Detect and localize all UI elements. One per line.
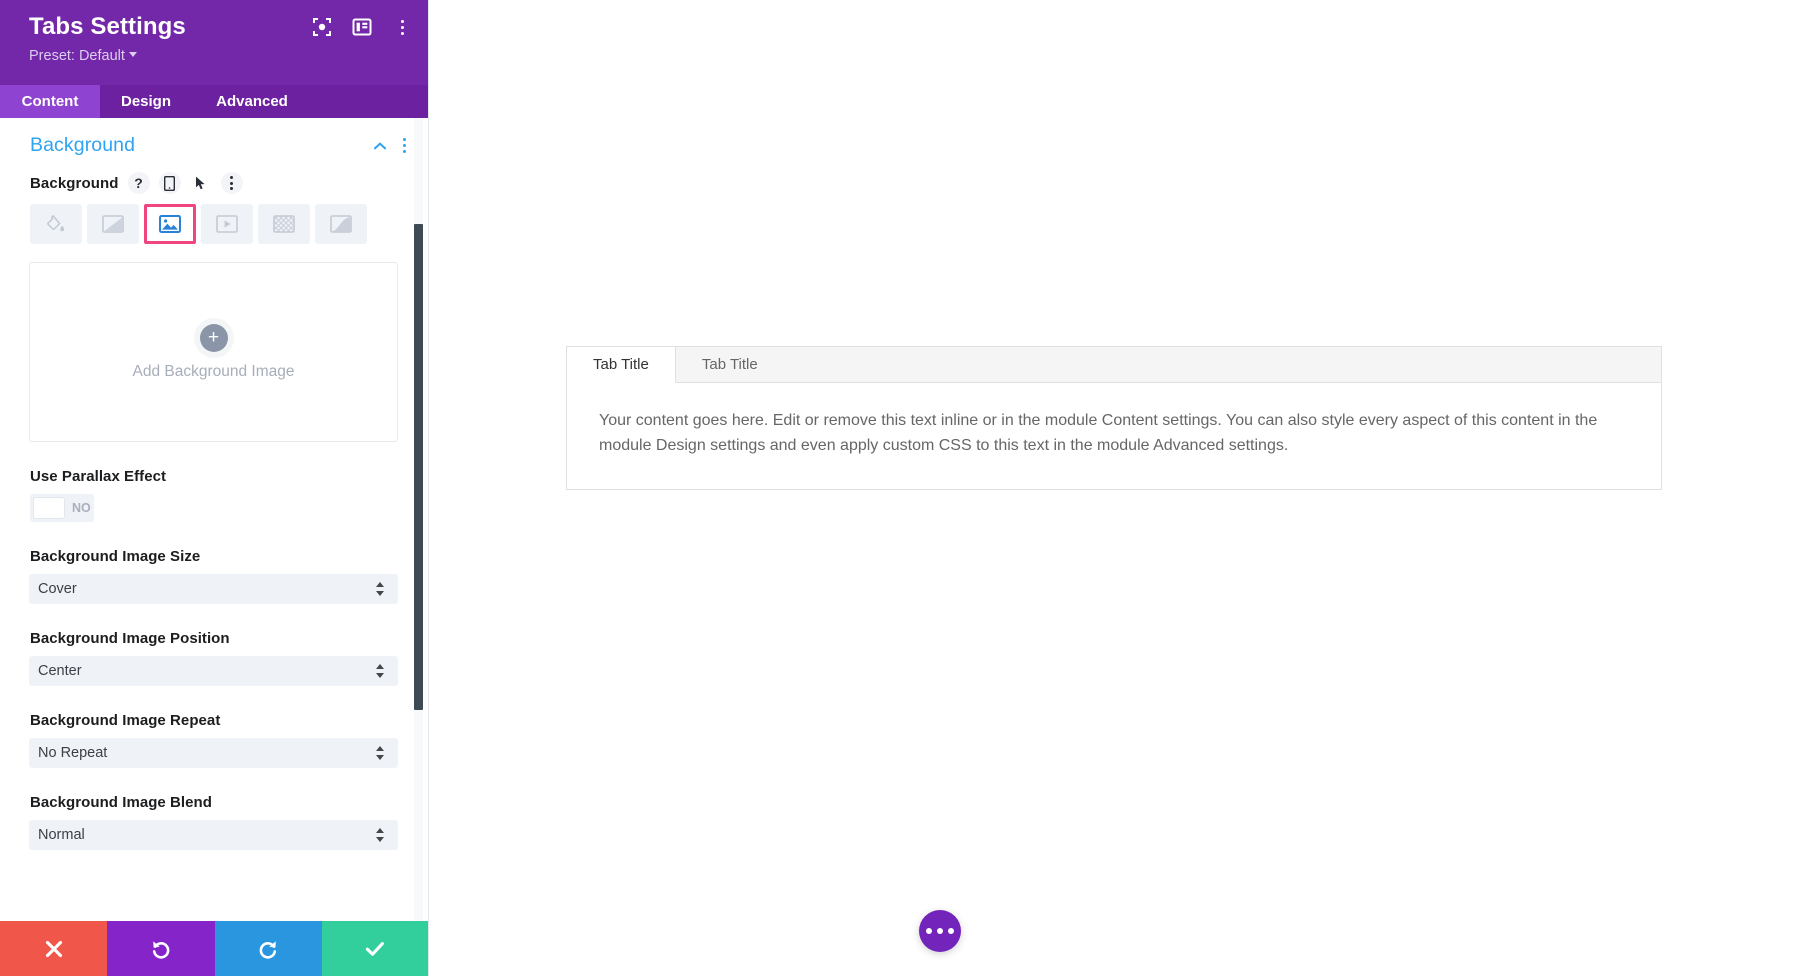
cancel-button[interactable] (0, 921, 108, 976)
tabs-module: Tab Title Tab Title Your content goes he… (566, 346, 1662, 490)
close-x-icon (45, 940, 62, 957)
panel-footer (0, 921, 428, 976)
use-parallax-effect-toggle[interactable]: NO (30, 494, 94, 522)
background-section-header: Background (0, 118, 428, 167)
background-image-position-label: Background Image Position (30, 630, 230, 647)
module-tab-2[interactable]: Tab Title (676, 347, 784, 382)
save-button[interactable] (321, 921, 428, 976)
background-image-size-value: Cover (38, 581, 77, 597)
redo-arrow-icon (259, 940, 277, 959)
background-type-color[interactable] (30, 204, 82, 244)
spinner-arrows-icon (376, 745, 385, 761)
background-field-label-row: Background ? (0, 167, 428, 194)
tab-content[interactable]: Content (0, 85, 100, 118)
module-tab-content: Your content goes here. Edit or remove t… (567, 383, 1661, 489)
more-vertical-icon[interactable] (392, 17, 412, 37)
background-image-position-select[interactable]: Center (29, 656, 398, 686)
background-image-position-value: Center (38, 663, 82, 679)
preset-selector[interactable]: Preset: Default (29, 42, 406, 66)
background-image-repeat-select[interactable]: No Repeat (29, 738, 398, 768)
undo-arrow-icon (152, 940, 170, 959)
background-field-label: Background (30, 174, 119, 192)
upload-caption: Add Background Image (132, 362, 295, 380)
background-type-video[interactable] (201, 204, 253, 244)
background-image-size-label: Background Image Size (30, 548, 201, 565)
tab-advanced[interactable]: Advanced (192, 85, 312, 118)
focus-target-icon[interactable] (312, 17, 332, 37)
toggle-knob (33, 497, 65, 519)
undo-button[interactable] (107, 921, 215, 976)
background-type-image[interactable] (144, 204, 196, 244)
module-content-text[interactable]: Your content goes here. Edit or remove t… (599, 409, 1609, 459)
layout-panel-icon[interactable] (352, 17, 372, 37)
redo-button[interactable] (214, 921, 322, 976)
chevron-down-icon (128, 52, 137, 58)
settings-panel: Tabs Settings Preset: Default Content De… (0, 0, 429, 976)
page-settings-fab[interactable] (919, 910, 961, 952)
module-tab-1[interactable]: Tab Title (567, 347, 676, 383)
ellipsis-dot (937, 928, 943, 934)
panel-tab-strip: Content Design Advanced (0, 85, 428, 118)
chevron-up-icon[interactable] (373, 141, 387, 150)
spinner-arrows-icon (376, 827, 385, 843)
section-title[interactable]: Background (30, 134, 373, 157)
panel-header-actions (312, 17, 412, 37)
background-type-pattern[interactable] (258, 204, 310, 244)
tab-design[interactable]: Design (100, 85, 192, 118)
mobile-device-icon[interactable] (158, 172, 181, 194)
preset-label: Preset: Default (29, 48, 125, 64)
background-type-gradient[interactable] (87, 204, 139, 244)
page-canvas: Tab Title Tab Title Your content goes he… (429, 0, 1800, 976)
spinner-arrows-icon (376, 581, 385, 597)
question-mark-icon[interactable]: ? (127, 172, 150, 194)
section-more-vertical-icon[interactable] (403, 138, 406, 153)
background-more-vertical-icon[interactable] (220, 172, 243, 194)
checkmark-icon (366, 941, 385, 956)
add-background-image-dropzone[interactable]: Add Background Image (29, 262, 398, 442)
plus-circle-icon (199, 323, 228, 352)
background-image-blend-value: Normal (38, 827, 85, 843)
ellipsis-dot (948, 928, 954, 934)
toggle-state-label: NO (72, 501, 91, 515)
app-root: Tabs Settings Preset: Default Content De… (0, 0, 1800, 976)
use-parallax-effect-label: Use Parallax Effect (30, 468, 167, 485)
background-image-repeat-value: No Repeat (38, 745, 108, 761)
spinner-arrows-icon (376, 663, 385, 679)
background-type-mask[interactable] (315, 204, 367, 244)
background-image-size-select[interactable]: Cover (29, 574, 398, 604)
cursor-pointer-icon[interactable] (190, 172, 212, 194)
background-image-blend-select[interactable]: Normal (29, 820, 398, 850)
module-tabs-bar: Tab Title Tab Title (567, 347, 1661, 383)
panel-scrollbar-thumb[interactable] (414, 224, 423, 710)
background-image-repeat-label: Background Image Repeat (30, 712, 221, 729)
ellipsis-dot (926, 928, 932, 934)
background-type-selector (0, 194, 428, 244)
panel-scroll-body: Background Background ? + Add Background… (0, 118, 428, 921)
panel-header: Tabs Settings Preset: Default (0, 0, 428, 85)
background-image-blend-label: Background Image Blend (30, 794, 212, 811)
